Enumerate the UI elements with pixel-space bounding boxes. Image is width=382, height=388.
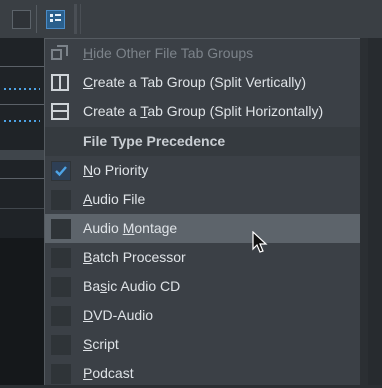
right-panel-edge	[368, 38, 382, 385]
menu-item-label: Create a Tab Group (Split Vertically)	[83, 74, 307, 90]
checkbox-empty	[51, 364, 71, 384]
menu-option-label: Audio Montage	[83, 220, 178, 236]
checkbox-empty	[51, 190, 71, 210]
section-header-label: File Type Precedence	[83, 133, 226, 149]
menu-option-label: No Priority	[83, 162, 149, 178]
split-vertical-icon	[51, 74, 69, 91]
menu-item-label: Create a Tab Group (Split Horizontally)	[83, 103, 324, 119]
menu-option-script[interactable]: Script	[45, 330, 360, 359]
menu-option-dvd-audio[interactable]: DVD-Audio	[45, 301, 360, 330]
menu-option-label: Batch Processor	[83, 249, 186, 265]
checkbox-empty	[51, 248, 71, 268]
menu-option-audio-file[interactable]: Audio File	[45, 185, 360, 214]
waveform-panel	[0, 38, 44, 385]
menu-option-label: Script	[83, 336, 119, 352]
section-header-file-type-precedence: File Type Precedence	[45, 127, 360, 156]
toolbar-divider	[80, 4, 81, 34]
toolbar-divider	[36, 5, 37, 33]
checkmark-icon	[51, 161, 71, 181]
app-toolbar	[0, 0, 382, 38]
menu-item-split-vertically[interactable]: Create a Tab Group (Split Vertically)	[45, 68, 360, 97]
checkbox-empty	[51, 306, 71, 326]
split-horizontal-icon	[51, 103, 69, 120]
menu-item-label: Hide Other File Tab Groups	[83, 45, 254, 61]
toolbar-divider	[74, 4, 77, 34]
menu-option-basic-audio-cd[interactable]: Basic Audio CD	[45, 272, 360, 301]
menu-option-label: Basic Audio CD	[83, 278, 181, 294]
checkbox-empty	[51, 219, 71, 239]
tab-groups-icon	[51, 45, 69, 62]
menu-option-audio-montage[interactable]: Audio Montage	[45, 214, 360, 243]
menu-option-podcast[interactable]: Podcast	[45, 359, 360, 388]
menu-option-label: Audio File	[83, 191, 146, 207]
checkbox-empty	[51, 277, 71, 297]
menu-option-no-priority[interactable]: No Priority	[45, 156, 360, 185]
menu-item-split-horizontally[interactable]: Create a Tab Group (Split Horizontally)	[45, 97, 360, 126]
tab-groups-icon[interactable]	[46, 10, 65, 29]
layout-toggle-icon[interactable]	[12, 10, 31, 29]
menu-option-label: DVD-Audio	[83, 307, 154, 323]
checkbox-empty	[51, 335, 71, 355]
tab-group-context-menu: Hide Other File Tab Groups Create a Tab …	[44, 38, 360, 385]
menu-item-hide-other-tab-groups[interactable]: Hide Other File Tab Groups	[45, 39, 360, 68]
mouse-pointer-icon	[252, 231, 268, 253]
menu-option-label: Podcast	[83, 365, 134, 381]
menu-option-batch-processor[interactable]: Batch Processor	[45, 243, 360, 272]
